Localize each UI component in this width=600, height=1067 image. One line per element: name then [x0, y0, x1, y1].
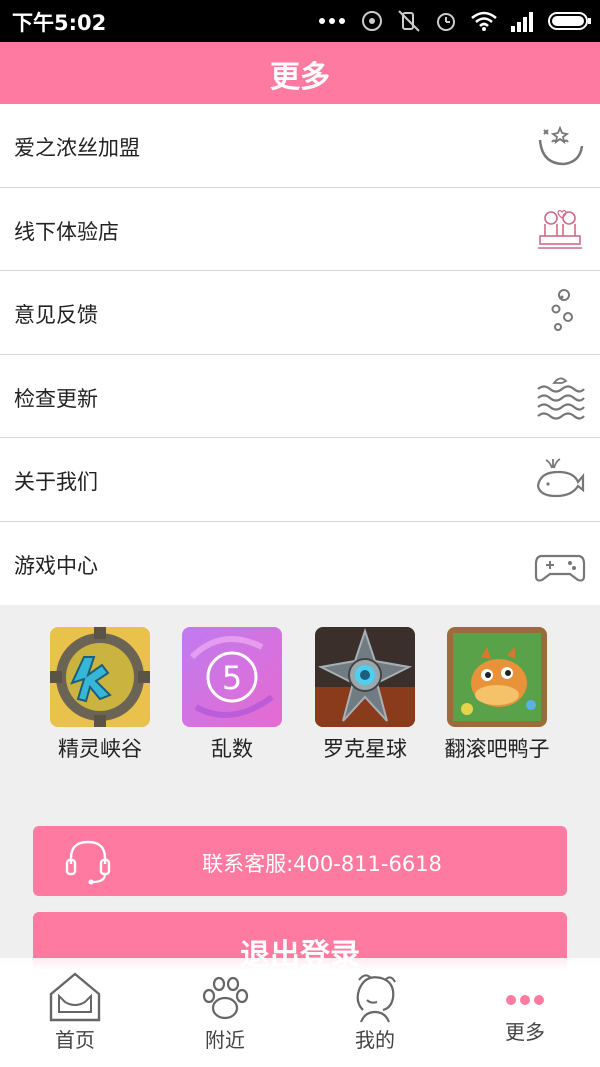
waves-icon: [537, 377, 585, 420]
game-icon-rock-planet: [315, 627, 415, 727]
menu-item-about-us[interactable]: 关于我们: [0, 438, 600, 522]
contact-service-label: 联系客服:400-811-6618: [202, 852, 442, 876]
moon-icon: [538, 125, 584, 166]
menu-item-label: 游戏中心: [14, 553, 98, 578]
tab-label: 附近: [205, 1028, 245, 1052]
game-shortcuts: 精灵峡谷 5 乱数 罗克星球 翻滚吧鸭子: [0, 605, 600, 765]
tab-label: 首页: [55, 1028, 95, 1052]
paw-icon: [202, 976, 249, 1020]
tab-mine[interactable]: 我的: [300, 958, 450, 1067]
whale-icon: [536, 458, 585, 498]
tab-more[interactable]: 更多: [450, 958, 600, 1067]
battery-icon: [548, 10, 592, 32]
status-time: 下午5:02: [12, 11, 107, 35]
game-name: 精灵峡谷: [58, 737, 142, 761]
game-tile[interactable]: 精灵峡谷: [35, 627, 165, 763]
wifi-icon: [470, 10, 498, 32]
menu-item-label: 检查更新: [14, 386, 98, 411]
game-tile[interactable]: 罗克星球: [300, 627, 430, 763]
menu-item-franchise[interactable]: 爱之浓丝加盟: [0, 104, 600, 188]
bubbles-icon: [551, 289, 573, 331]
tab-label: 我的: [355, 1028, 395, 1052]
sync-icon: [360, 9, 384, 33]
contact-service-button[interactable]: 联系客服:400-811-6618: [33, 826, 567, 896]
tab-home[interactable]: 首页: [0, 958, 150, 1067]
game-name: 罗克星球: [323, 737, 407, 761]
menu-item-label: 关于我们: [14, 470, 98, 494]
menu-item-feedback[interactable]: 意见反馈: [0, 271, 600, 355]
home-icon: [49, 972, 101, 1022]
couple-icon: [538, 209, 582, 249]
game-name: 乱数: [211, 737, 253, 761]
game-tile[interactable]: 翻滚吧鸭子: [432, 627, 562, 763]
menu-item-label: 爱之浓丝加盟: [14, 136, 140, 160]
game-tile[interactable]: 5 乱数: [167, 627, 297, 763]
bottom-tab-bar: 首页 附近 我的 更多: [0, 958, 600, 1067]
status-bar: 下午5:02: [0, 0, 600, 42]
alarm-icon: [434, 9, 458, 33]
game-icon-rolling-duck: [447, 627, 547, 727]
game-icon-elf-canyon: [50, 627, 150, 727]
menu-item-label: 线下体验店: [14, 219, 119, 244]
game-name: 翻滚吧鸭子: [444, 737, 550, 761]
vibrate-muted-icon: [396, 9, 422, 33]
signal-icon: [510, 10, 536, 32]
menu-item-label: 意见反馈: [14, 303, 98, 327]
status-icons: [318, 6, 592, 36]
profile-icon: [356, 974, 396, 1023]
tab-nearby[interactable]: 附近: [150, 958, 300, 1067]
menu-item-offline-store[interactable]: 线下体验店: [0, 188, 600, 271]
tab-label: 更多: [505, 1020, 545, 1044]
app-header: 更多: [0, 42, 600, 104]
page-title: 更多: [270, 60, 330, 95]
game-icon-random-number: 5: [182, 627, 282, 727]
gamepad-icon: [534, 554, 586, 582]
game-badge-number: 5: [222, 659, 242, 697]
menu-item-game-center[interactable]: 游戏中心: [0, 522, 600, 606]
more-menu: 爱之浓丝加盟 线下体验店 意见反馈 检查更新 关于我们 游戏中心: [0, 104, 600, 605]
more-notifications-icon: [318, 16, 348, 26]
menu-item-check-update[interactable]: 检查更新: [0, 355, 600, 438]
